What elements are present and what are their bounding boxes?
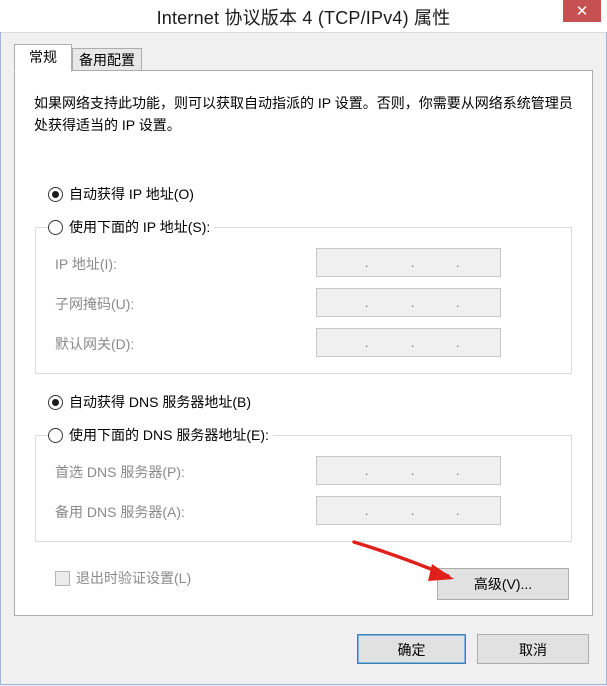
octet-separator: . bbox=[411, 504, 415, 518]
ip-address-label: IP 地址(I): bbox=[55, 256, 117, 272]
validate-settings-label: 退出时验证设置(L) bbox=[76, 570, 192, 586]
tab-general[interactable]: 常规 bbox=[14, 44, 72, 72]
close-button[interactable]: ✕ bbox=[563, 0, 601, 22]
window-title: Internet 协议版本 4 (TCP/IPv4) 属性 bbox=[156, 8, 451, 28]
octet-separator: . bbox=[365, 256, 369, 270]
octet-separator: . bbox=[411, 336, 415, 350]
subnet-mask-label: 子网掩码(U): bbox=[55, 296, 135, 312]
title-bar: Internet 协议版本 4 (TCP/IPv4) 属性 ✕ bbox=[0, 0, 607, 33]
dns-settings-group bbox=[35, 435, 572, 542]
subnet-mask-input[interactable]: . . . bbox=[316, 288, 501, 317]
tab-alternate-configuration[interactable]: 备用配置 bbox=[72, 48, 142, 72]
octet-separator: . bbox=[456, 464, 460, 478]
cancel-button[interactable]: 取消 bbox=[477, 634, 589, 664]
auto-ip-label: 自动获得 IP 地址(O) bbox=[69, 186, 194, 202]
octet-separator: . bbox=[365, 464, 369, 478]
ok-button[interactable]: 确定 bbox=[357, 634, 466, 664]
alternate-dns-input[interactable]: . . . bbox=[316, 496, 501, 525]
octet-separator: . bbox=[365, 336, 369, 350]
description-text: 如果网络支持此功能，则可以获取自动指派的 IP 设置。否则，你需要从网络系统管理… bbox=[34, 95, 573, 133]
manual-ip-label: 使用下面的 IP 地址(S): bbox=[69, 219, 211, 235]
octet-separator: . bbox=[411, 296, 415, 310]
auto-dns-label: 自动获得 DNS 服务器地址(B) bbox=[69, 394, 251, 410]
red-arrow-icon bbox=[352, 540, 454, 581]
octet-separator: . bbox=[456, 336, 460, 350]
radio-unchecked-icon bbox=[48, 427, 63, 443]
radio-unchecked-icon bbox=[48, 219, 63, 235]
octet-separator: . bbox=[365, 296, 369, 310]
octet-separator: . bbox=[411, 464, 415, 478]
radio-checked-icon bbox=[48, 186, 63, 202]
validate-settings-checkbox[interactable]: 退出时验证设置(L) bbox=[55, 568, 191, 588]
default-gateway-label: 默认网关(D): bbox=[55, 336, 135, 352]
octet-separator: . bbox=[456, 504, 460, 518]
manual-dns-radio[interactable]: 使用下面的 DNS 服务器地址(E): bbox=[48, 425, 273, 445]
octet-separator: . bbox=[411, 256, 415, 270]
ip-address-input[interactable]: . . . bbox=[316, 248, 501, 277]
octet-separator: . bbox=[365, 504, 369, 518]
auto-dns-radio[interactable]: 自动获得 DNS 服务器地址(B) bbox=[48, 392, 255, 412]
octet-separator: . bbox=[456, 296, 460, 310]
alternate-dns-label: 备用 DNS 服务器(A): bbox=[55, 504, 185, 520]
preferred-dns-label: 首选 DNS 服务器(P): bbox=[55, 464, 185, 480]
manual-ip-radio[interactable]: 使用下面的 IP 地址(S): bbox=[48, 217, 215, 237]
auto-ip-radio[interactable]: 自动获得 IP 地址(O) bbox=[48, 184, 198, 204]
checkbox-icon bbox=[55, 570, 70, 586]
octet-separator: . bbox=[456, 256, 460, 270]
default-gateway-input[interactable]: . . . bbox=[316, 328, 501, 357]
manual-dns-label: 使用下面的 DNS 服务器地址(E): bbox=[69, 427, 269, 443]
preferred-dns-input[interactable]: . . . bbox=[316, 456, 501, 485]
radio-checked-icon bbox=[48, 394, 63, 410]
close-icon: ✕ bbox=[575, 2, 589, 20]
